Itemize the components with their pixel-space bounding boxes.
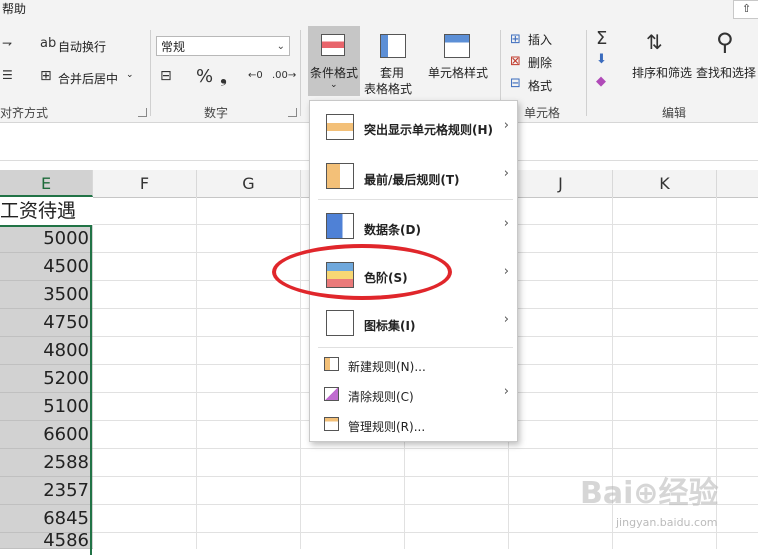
number-group-label: 数字 (204, 106, 229, 120)
format-as-table-label2[interactable]: 表格格式 (364, 80, 412, 97)
insert-icon: ⊞ (510, 32, 521, 47)
format-button[interactable]: 格式 (528, 77, 552, 94)
insert-button[interactable]: 插入 (528, 31, 552, 48)
menu-item-label: 管理规则(R)... (348, 420, 426, 434)
menu-item-label: 新建规则(N)... (348, 360, 426, 374)
percent-button[interactable]: % (196, 66, 213, 87)
menu-separator (318, 199, 513, 200)
decrease-decimal-button[interactable]: .00→ (272, 70, 296, 81)
number-format-value: 常规 (161, 40, 186, 54)
increase-decimal-button[interactable]: ←0 (248, 70, 263, 81)
menu-item-clear-rules[interactable]: 清除规则(C) › (310, 381, 517, 409)
menu-separator (318, 347, 513, 348)
merge-center-button[interactable]: 合并后居中 (58, 70, 118, 87)
number-format-select[interactable]: 常规 ⌄ (156, 36, 290, 56)
menu-item-label: 数据条(D) (364, 223, 421, 237)
new-rule-icon (324, 357, 339, 371)
format-as-table-icon (380, 34, 406, 58)
alignment-group-label: 对齐方式 (0, 106, 49, 120)
comma-button[interactable]: ❟ (220, 66, 227, 87)
autosum-icon[interactable]: Σ (596, 28, 607, 49)
delete-icon: ⊠ (510, 54, 521, 69)
find-select-button[interactable]: 查找和选择 (696, 64, 756, 81)
column-header-e[interactable]: E (0, 170, 93, 197)
dialog-launcher-icon[interactable] (288, 108, 297, 117)
currency-icon[interactable]: ⊟ (160, 68, 172, 84)
cells-group-label: 单元格 (524, 106, 561, 120)
highlight-rules-icon (326, 114, 354, 140)
wrap-text-button[interactable]: 自动换行 (58, 38, 106, 55)
chevron-right-icon: › (503, 384, 509, 399)
menu-item-manage-rules[interactable]: 管理规则(R)... (310, 411, 517, 439)
sort-filter-button[interactable]: 排序和筛选 (632, 64, 692, 81)
menu-item-label: 图标集(I) (364, 319, 416, 333)
cell-styles-button[interactable]: 单元格样式 (428, 64, 488, 81)
column-header-k[interactable]: K (613, 170, 717, 197)
selection-border (0, 225, 92, 555)
group-divider (300, 30, 301, 116)
search-icon: ⚲ (716, 28, 734, 56)
chevron-down-icon: ⌄ (330, 80, 338, 90)
sort-filter-icon: ⇅ (646, 30, 663, 54)
align-icon[interactable]: ⇁ (2, 36, 12, 50)
clear-rules-icon (324, 387, 339, 401)
indent-icon[interactable]: ☰ (2, 68, 13, 82)
chevron-down-icon[interactable]: ⌄ (126, 70, 134, 80)
gridline (93, 448, 758, 449)
delete-button[interactable]: 删除 (528, 54, 552, 71)
editing-group-label: 编辑 (662, 106, 687, 120)
manage-rules-icon (324, 417, 339, 431)
chevron-down-icon: ⌄ (276, 41, 285, 52)
clear-icon[interactable]: ◆ (596, 74, 606, 89)
merge-icon: ⊞ (40, 68, 52, 84)
chevron-right-icon: › (503, 166, 509, 181)
conditional-format-label: 条件格式 (310, 66, 359, 80)
share-icon[interactable]: ⇧ (733, 0, 758, 19)
column-header-f[interactable]: F (93, 170, 197, 197)
menu-item-highlight-rules[interactable]: 突出显示单元格规则(H) › (310, 101, 517, 151)
menu-item-label: 最前/最后规则(T) (364, 173, 460, 187)
menu-item-label: 清除规则(C) (348, 390, 414, 404)
cell-styles-icon (444, 34, 470, 58)
dialog-launcher-icon[interactable] (138, 108, 147, 117)
group-divider (586, 30, 587, 116)
menu-item-new-rule[interactable]: 新建规则(N)... (310, 351, 517, 379)
chevron-right-icon: › (503, 216, 509, 231)
chevron-right-icon: › (503, 312, 509, 327)
fill-icon[interactable]: ⬇ (596, 52, 607, 67)
highlight-annotation (272, 244, 452, 300)
column-header-j[interactable]: J (509, 170, 613, 197)
data-bars-icon (326, 213, 354, 239)
column-header-g[interactable]: G (197, 170, 301, 197)
chevron-right-icon: › (503, 264, 509, 279)
group-divider (150, 30, 151, 116)
gridline (93, 532, 758, 533)
menu-item-top-bottom-rules[interactable]: 最前/最后规则(T) › (310, 151, 517, 201)
conditional-format-icon (321, 34, 345, 56)
baidu-watermark: Bai⊕经验 (580, 476, 719, 511)
gridline (196, 197, 197, 549)
top-bottom-rules-icon (326, 163, 354, 189)
menu-item-icon-sets[interactable]: 图标集(I) › (310, 299, 517, 347)
chevron-right-icon: › (503, 118, 509, 133)
baidu-watermark-url: jingyan.baidu.com (616, 516, 718, 529)
cell-header-salary[interactable]: 工资待遇 (0, 197, 93, 225)
tab-help[interactable]: 帮助 (2, 0, 26, 17)
gridline (300, 197, 301, 549)
icon-sets-icon (326, 310, 354, 336)
format-cells-icon: ⊟ (510, 76, 521, 91)
format-as-table-label1[interactable]: 套用 (380, 64, 404, 81)
wrap-text-icon: ab (40, 36, 57, 51)
menu-item-data-bars[interactable]: 数据条(D) › (310, 201, 517, 251)
menu-item-label: 突出显示单元格规则(H) (364, 123, 494, 137)
